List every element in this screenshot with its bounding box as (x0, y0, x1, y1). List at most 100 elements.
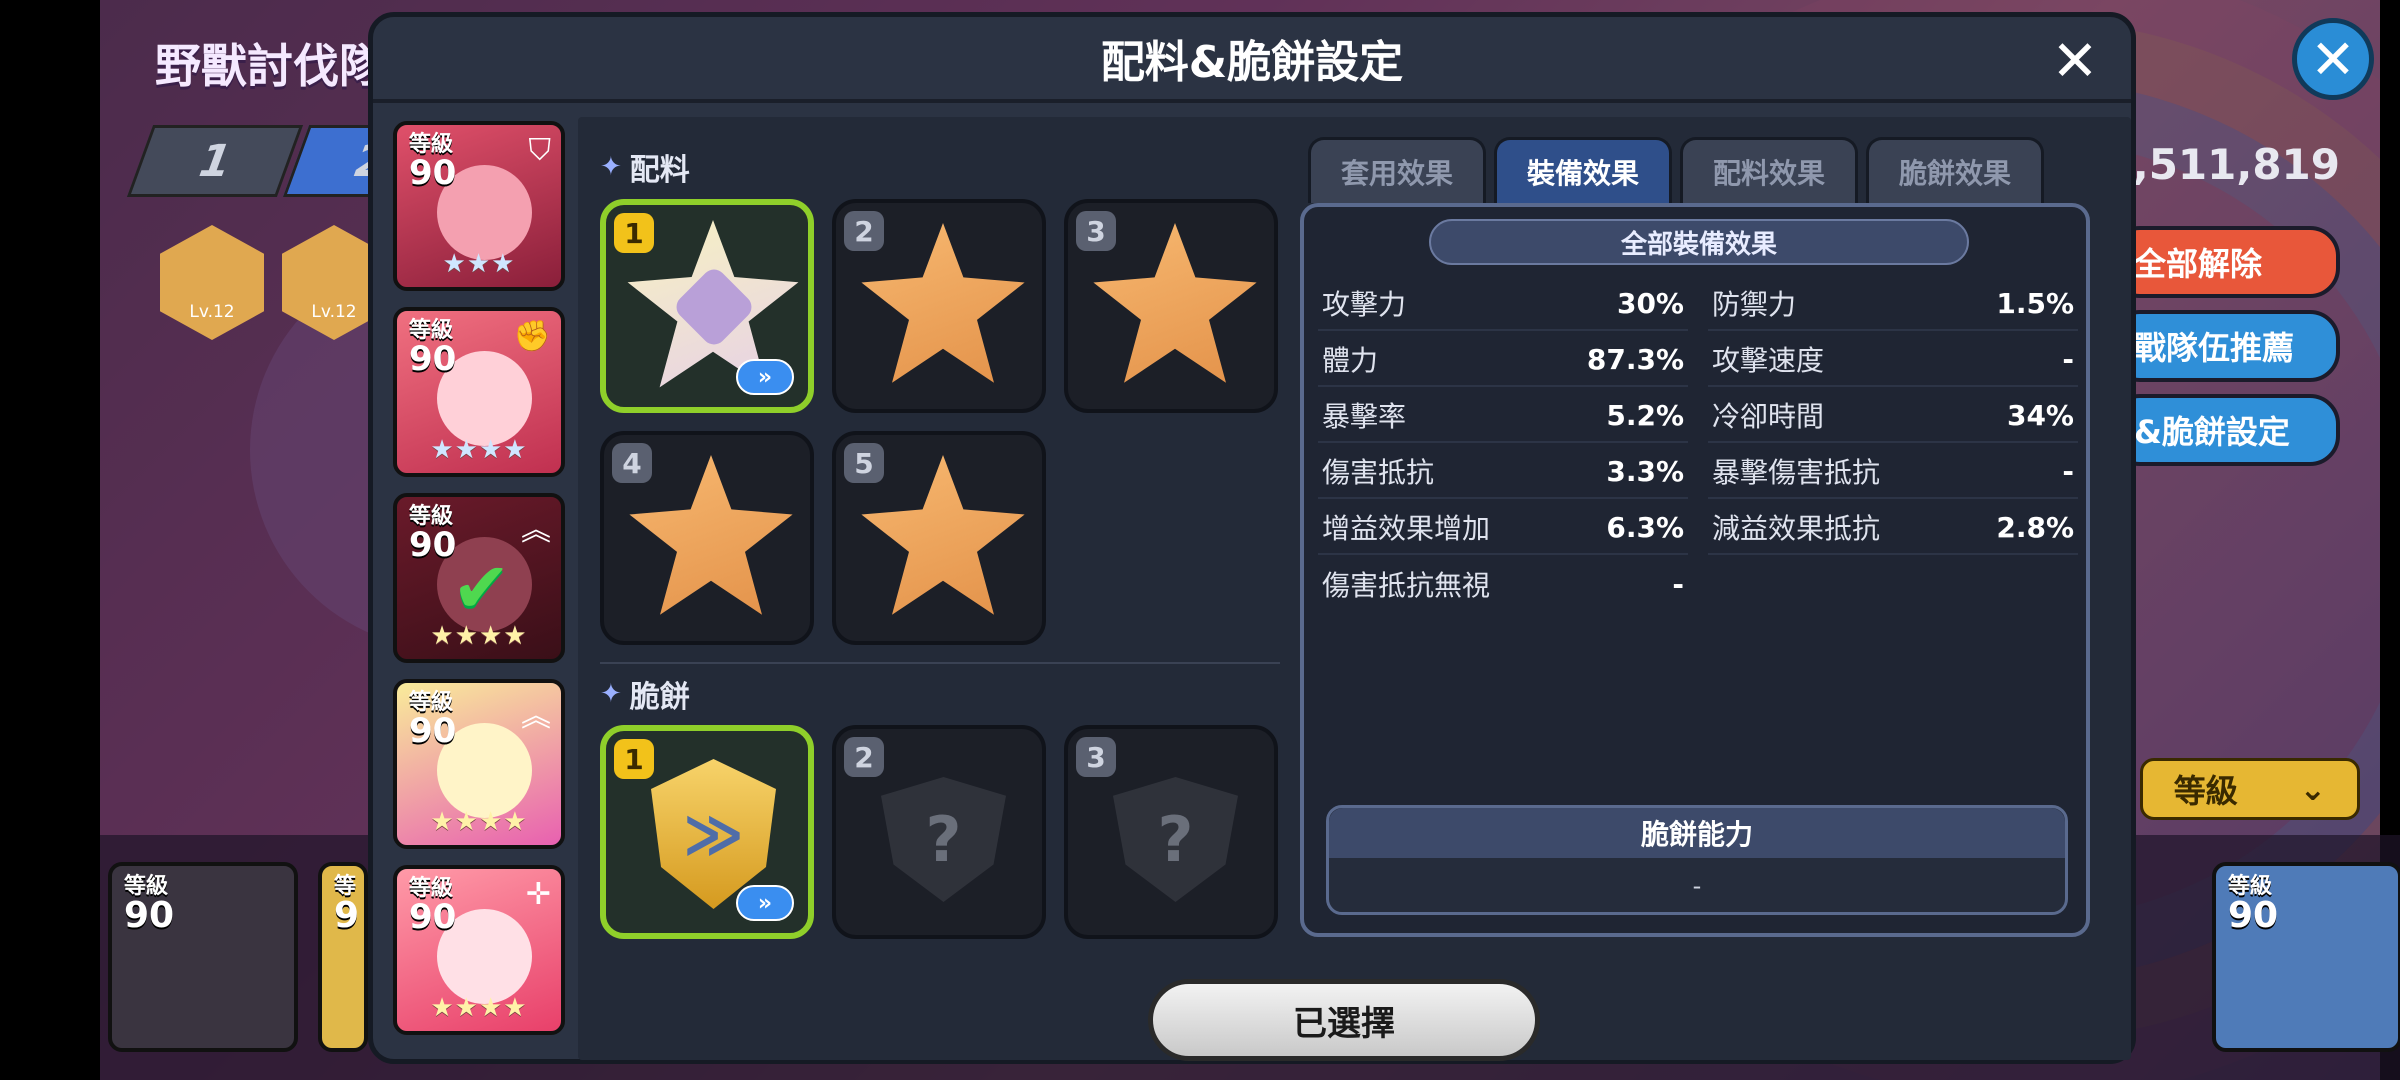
sparkle-icon: ✦ (600, 679, 622, 709)
background-cookie-card-1: 等級 90 (108, 862, 298, 1052)
stat-row: 傷害抵抗無視 - (1318, 557, 1688, 611)
cookie-card-5[interactable]: 等級 90 ✛ ★★★★ (393, 865, 565, 1035)
biscuit-slot-1[interactable]: ≫ 1 » (600, 725, 814, 939)
empty-topping-icon (1093, 223, 1257, 383)
background-tab-1: 1 (126, 125, 304, 197)
upgrade-arrows-icon[interactable]: » (736, 359, 794, 395)
slot-number: 3 (1076, 737, 1116, 777)
all-equipment-effects-header: 全部裝備效果 (1429, 219, 1969, 265)
chevron-down-icon: ⌄ (2299, 770, 2327, 808)
locked-biscuit-icon: ? (881, 777, 1006, 902)
background-total-power: 3,511,819 (2103, 140, 2340, 189)
stat-name: 減益效果抵抗 (1712, 512, 1881, 545)
cookie-stars: ★★★★ (430, 807, 528, 837)
biscuit-ability-value: - (1692, 872, 1702, 900)
stat-value: 34% (2006, 398, 2074, 432)
tab-biscuit-effects[interactable]: 脆餅效果 (1866, 137, 2044, 203)
stat-value: 6.3% (1606, 510, 1684, 544)
chevron-up-icon: ︽ (521, 699, 551, 734)
stat-value: 5.2% (1606, 398, 1684, 432)
stat-row: 防禦力 1.5% (1708, 277, 2078, 331)
tab-equipment-effects[interactable]: 裝備效果 (1494, 137, 1672, 203)
fist-icon: ✊ (513, 319, 551, 354)
cookie-card-1[interactable]: 等級 90 ⛉ ★★★ (393, 121, 565, 291)
background-card-level: 90 (124, 895, 175, 936)
stat-name: 增益效果增加 (1322, 512, 1491, 545)
stat-name: 傷害抵抗 (1322, 456, 1435, 489)
stat-name: 攻擊速度 (1712, 344, 1825, 377)
equipment-panel: ✦ 配料 1 » 2 3 4 5 ✦ 脆餅 ≫ 1 » ? 2 ? 3 套用效果… (578, 117, 2131, 1060)
biscuit-slot-3[interactable]: ? 3 (1064, 725, 1278, 939)
background-sort-label: 等級 (2173, 772, 2238, 810)
topping-slot-2[interactable]: 2 (832, 199, 1046, 413)
cookie-level: 90 (409, 711, 457, 752)
cookie-card-2[interactable]: 等級 90 ✊ ★★★★ (393, 307, 565, 477)
empty-topping-icon (861, 223, 1025, 383)
biscuit-slot-2[interactable]: ? 2 (832, 725, 1046, 939)
empty-topping-icon (629, 455, 793, 615)
cookie-list: 等級 90 ⛉ ★★★ 等級 90 ✊ ★★★★ 等級 90 ︽ ✔ ★★★★ 等級 9… (383, 113, 565, 1053)
topping-slot-1[interactable]: 1 » (600, 199, 814, 413)
slot-number: 1 (614, 213, 654, 253)
check-mark-icon: ✔ (452, 547, 511, 629)
stat-value: 30% (1616, 286, 1684, 320)
stat-value: - (2062, 342, 2074, 376)
upgrade-arrows-icon[interactable]: » (736, 885, 794, 921)
background-settings-button: &脆餅設定 (2110, 394, 2340, 466)
tab-topping-effects[interactable]: 配料效果 (1680, 137, 1858, 203)
biscuit-ability-box: 脆餅能力 - (1326, 805, 2068, 915)
cookie-card-4[interactable]: 等級 90 ︽ ★★★★ (393, 679, 565, 849)
slot-number: 3 (1076, 211, 1116, 251)
biscuit-ability-title: 脆餅能力 (1329, 808, 2065, 858)
question-mark: ? (1157, 803, 1194, 876)
biscuits-label: 脆餅 (629, 680, 690, 715)
cookie-stars: ★★★★ (430, 993, 528, 1023)
topping-slot-4[interactable]: 4 (600, 431, 814, 645)
background-title: 野獸討伐隊 (155, 39, 385, 93)
stat-row: 傷害抵抗 3.3% (1318, 445, 1688, 499)
stat-row: 暴擊率 5.2% (1318, 389, 1688, 443)
stat-name: 攻擊力 (1322, 288, 1407, 321)
crosshair-icon: ✛ (525, 877, 551, 912)
stat-row: 攻擊力 30% (1318, 277, 1688, 331)
stat-name: 暴擊傷害抵抗 (1712, 456, 1881, 489)
cookie-level: 90 (409, 897, 457, 938)
cookie-level: 90 (409, 525, 457, 566)
tab-applied-effects[interactable]: 套用效果 (1308, 137, 1486, 203)
shield-icon: ⛉ (528, 133, 552, 168)
stat-value: - (1672, 567, 1684, 601)
topping-slot-3[interactable]: 3 (1064, 199, 1278, 413)
stat-row: 攻擊速度 - (1708, 333, 2078, 387)
topping-slot-5[interactable]: 5 (832, 431, 1046, 645)
cookie-stars: ★★★ (442, 249, 516, 279)
empty-topping-icon (861, 455, 1025, 615)
background-release-all-button: 全部解除 (2110, 226, 2340, 298)
background-recommend-button: 戰隊伍推薦 (2110, 310, 2340, 382)
chevron-up-icon: ︽ (521, 513, 551, 548)
effect-tabs: 套用效果 裝備效果 配料效果 脆餅效果 (1308, 137, 2044, 203)
cookie-stars: ★★★★ (430, 621, 528, 651)
background-sort-dropdown: 等級 ⌄ (2140, 758, 2360, 820)
background-card-level: 9 (334, 895, 360, 936)
stat-value: 1.5% (1996, 286, 2074, 320)
stat-name: 暴擊率 (1322, 400, 1407, 433)
stat-name: 冷卻時間 (1712, 400, 1825, 433)
stat-row: 減益效果抵抗 2.8% (1708, 501, 2078, 555)
cookie-stars: ★★★★ (430, 435, 528, 465)
modal-header: 配料&脆餅設定 ✕ (373, 17, 2131, 103)
selected-confirm-button[interactable]: 已選擇 (1148, 979, 1540, 1061)
stat-name: 傷害抵抗無視 (1322, 569, 1491, 602)
question-mark: ? (925, 803, 962, 876)
slot-number: 1 (614, 739, 654, 779)
slot-number: 5 (844, 443, 884, 483)
close-x-icon[interactable]: ✕ (2047, 29, 2103, 94)
cookie-level: 90 (409, 339, 457, 380)
cookie-card-3[interactable]: 等級 90 ︽ ✔ ★★★★ (393, 493, 565, 663)
background-close-icon: ✕ (2292, 18, 2374, 100)
locked-biscuit-icon: ? (1113, 777, 1238, 902)
stat-row: 體力 87.3% (1318, 333, 1688, 387)
biscuits-section-label: ✦ 脆餅 (600, 672, 690, 716)
stat-row: 增益效果增加 6.3% (1318, 501, 1688, 555)
slot-number: 4 (612, 443, 652, 483)
stat-value: 2.8% (1996, 510, 2074, 544)
